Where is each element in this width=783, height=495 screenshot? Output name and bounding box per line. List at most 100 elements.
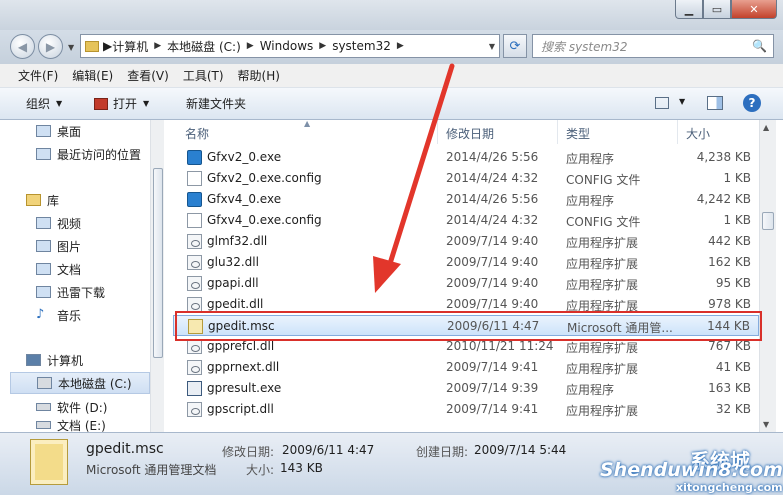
title-bar: ▁ ▭ ✕: [0, 0, 783, 30]
crumb-separator-icon[interactable]: ▶: [319, 41, 326, 51]
details-pane: gpedit.msc Microsoft 通用管理文档 修改日期: 2009/6…: [0, 432, 783, 495]
open-label: 打开: [113, 97, 138, 111]
file-name: gpapi.dll: [207, 276, 259, 290]
dll-icon: [187, 402, 202, 417]
column-divider[interactable]: [677, 120, 678, 144]
file-date: 2010/11/21 11:24: [446, 339, 554, 353]
minimize-button[interactable]: ▁: [675, 0, 703, 19]
breadcrumb-windows[interactable]: Windows ▶: [260, 39, 333, 53]
crumb-label: 计算机: [112, 39, 149, 54]
scroll-up-icon[interactable]: ▲: [763, 123, 769, 132]
column-divider[interactable]: [437, 120, 438, 144]
file-row[interactable]: Gfxv2_0.exe 2014/4/26 5:56 应用程序 4,238 KB: [173, 147, 759, 168]
history-dropdown-icon[interactable]: ▼: [68, 43, 74, 52]
nav-label: 迅雷下载: [57, 285, 106, 300]
file-row[interactable]: glmf32.dll 2009/7/14 9:40 应用程序扩展 442 KB: [173, 231, 759, 252]
watermark-brand: Shenduwin8.com: [600, 459, 783, 481]
nav-label: 桌面: [57, 124, 82, 139]
file-size: 442 KB: [708, 234, 751, 248]
crumb-separator-icon[interactable]: ▶: [154, 41, 161, 51]
details-size-value: 143 KB: [280, 461, 323, 475]
menu-view[interactable]: 查看(V): [127, 67, 169, 84]
search-input[interactable]: 搜索 system32 🔍: [532, 34, 774, 58]
file-date: 2009/7/14 9:40: [446, 276, 539, 290]
column-divider[interactable]: [557, 120, 558, 144]
file-type: 应用程序扩展: [566, 362, 639, 376]
drive-icon: [36, 403, 51, 411]
file-row[interactable]: gpscript.dll 2009/7/14 9:41 应用程序扩展 32 KB: [173, 399, 759, 420]
nav-scrollbar[interactable]: [150, 120, 164, 432]
music-icon: ♪: [36, 307, 45, 322]
file-row[interactable]: Gfxv4_0.exe.config 2014/4/24 4:32 CONFIG 文…: [173, 210, 759, 231]
file-date: 2009/7/14 9:40: [446, 255, 539, 269]
crumb-separator-icon[interactable]: ▶: [247, 41, 254, 51]
scroll-down-icon[interactable]: ▼: [763, 420, 769, 429]
nav-label: 图片: [57, 239, 82, 254]
file-row[interactable]: Gfxv2_0.exe.config 2014/4/24 4:32 CONFIG 文…: [173, 168, 759, 189]
file-size: 978 KB: [708, 297, 751, 311]
computer-icon: [26, 354, 41, 366]
video-icon: [36, 217, 51, 229]
nav-scroll-thumb[interactable]: [153, 168, 163, 358]
preview-pane-icon[interactable]: [707, 96, 723, 110]
details-size-label: 大小:: [246, 463, 275, 477]
close-button[interactable]: ✕: [731, 0, 777, 19]
nav-label: 音乐: [57, 308, 82, 323]
column-header-name[interactable]: 名称: [185, 125, 209, 142]
breadcrumb-drive-c[interactable]: 本地磁盘 (C:) ▶: [167, 38, 260, 55]
open-icon: [94, 97, 108, 110]
details-modified-label: 修改日期:: [222, 445, 275, 459]
file-name: gpprnext.dll: [207, 360, 280, 374]
file-row[interactable]: glu32.dll 2009/7/14 9:40 应用程序扩展 162 KB: [173, 252, 759, 273]
file-type: 应用程序: [566, 383, 615, 397]
file-name: gpscript.dll: [207, 402, 274, 416]
back-button[interactable]: ◀: [10, 34, 35, 59]
column-header-size[interactable]: 大小: [686, 125, 710, 142]
pane-splitter[interactable]: [165, 120, 173, 432]
maximize-button[interactable]: ▭: [703, 0, 731, 19]
crumb-separator-icon[interactable]: ▶: [103, 39, 112, 53]
menu-tools[interactable]: 工具(T): [183, 67, 224, 84]
file-size: 162 KB: [708, 255, 751, 269]
file-size: 4,238 KB: [696, 150, 751, 164]
crumb-separator-icon[interactable]: ▶: [397, 41, 404, 51]
msc-file-large-icon: [30, 439, 68, 485]
nav-label: 文档 (E:): [57, 418, 106, 433]
file-row[interactable]: gpprnext.dll 2009/7/14 9:41 应用程序扩展 41 KB: [173, 357, 759, 378]
file-row[interactable]: gpresult.exe 2009/7/14 9:39 应用程序 163 KB: [173, 378, 759, 399]
view-options-icon[interactable]: [655, 97, 669, 109]
file-row[interactable]: gpapi.dll 2009/7/14 9:40 应用程序扩展 95 KB: [173, 273, 759, 294]
refresh-button[interactable]: ⟳: [503, 34, 527, 58]
open-button[interactable]: 打开 ▼: [94, 95, 149, 112]
dll-icon: [187, 255, 202, 270]
file-size: 767 KB: [708, 339, 751, 353]
breadcrumb-system32[interactable]: system32 ▶: [332, 39, 410, 53]
dll-icon: [187, 276, 202, 291]
column-header-type[interactable]: 类型: [566, 125, 590, 142]
crumb-label: system32: [332, 39, 391, 53]
file-list-scrollbar[interactable]: ▲ ▼: [759, 120, 776, 432]
nav-item-local-disk-c[interactable]: 本地磁盘 (C:): [10, 372, 150, 394]
column-header-date[interactable]: 修改日期: [446, 125, 494, 142]
forward-button[interactable]: ▶: [38, 34, 63, 59]
forward-arrow-icon: ▶: [45, 39, 56, 54]
file-list-scroll-thumb[interactable]: [762, 212, 774, 230]
view-dropdown-icon[interactable]: ▼: [679, 97, 685, 106]
search-icon[interactable]: 🔍: [752, 39, 767, 53]
new-folder-button[interactable]: 新建文件夹: [186, 95, 246, 112]
menu-edit[interactable]: 编辑(E): [72, 67, 113, 84]
breadcrumb-computer[interactable]: 计算机 ▶: [112, 38, 167, 55]
help-icon[interactable]: ?: [743, 94, 761, 112]
file-name: Gfxv4_0.exe: [207, 192, 282, 206]
file-list: 名称 ▲ 修改日期 类型 大小 Gfxv2_0.exe 2014/4/26 5:5…: [173, 119, 783, 432]
menu-help[interactable]: 帮助(H): [238, 67, 280, 84]
download-folder-icon: [36, 286, 51, 298]
nav-label: 计算机: [47, 353, 84, 368]
file-row[interactable]: Gfxv4_0.exe 2014/4/26 5:56 应用程序 4,242 KB: [173, 189, 759, 210]
organize-button[interactable]: 组织 ▼: [26, 95, 62, 112]
file-size: 1 KB: [723, 213, 751, 227]
address-bar[interactable]: ▶ 计算机 ▶ 本地磁盘 (C:) ▶ Windows ▶ system32 ▶ ▼: [80, 34, 500, 58]
address-dropdown-icon[interactable]: ▼: [489, 42, 495, 51]
menu-file[interactable]: 文件(F): [18, 67, 58, 84]
crumb-label: 本地磁盘 (C:): [167, 39, 241, 54]
